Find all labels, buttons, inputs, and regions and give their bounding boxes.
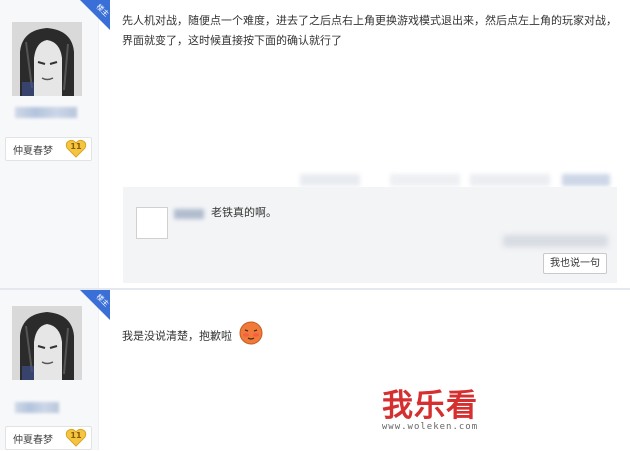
- op-badge-icon: 楼主: [80, 290, 110, 320]
- level-number: 11: [70, 431, 82, 440]
- reply-box: 老铁真的啊。 我也说一句: [123, 187, 617, 283]
- op-badge-icon: 楼主: [80, 0, 110, 30]
- post-1: 仲夏春梦 11 楼主 先人机对战，随便点一个难度，进去了之后点右上角更换游戏模式…: [0, 0, 630, 288]
- reply-text: 老铁真的啊。: [211, 206, 277, 219]
- level-number: 11: [70, 142, 82, 151]
- watermark-logo: 我乐看: [382, 388, 478, 424]
- reply-avatar[interactable]: [136, 207, 168, 239]
- post-meta-redacted: [390, 174, 460, 186]
- post-2: 仲夏春梦 11 楼主 我是没说清楚，抱歉啦: [0, 290, 630, 450]
- avatar[interactable]: [12, 306, 82, 380]
- post-meta-redacted: [470, 174, 550, 186]
- embarrassed-face-icon: [239, 321, 263, 352]
- level-badge-icon: 11: [65, 139, 87, 158]
- post-content: 先人机对战，随便点一个难度，进去了之后点右上角更换游戏模式退出来，然后点左上角的…: [122, 14, 617, 47]
- watermark: 我乐看 www.woleken.com: [350, 380, 510, 432]
- watermark-url: www.woleken.com: [381, 422, 479, 432]
- post-meta-redacted: [562, 174, 610, 186]
- post-meta-redacted: [300, 174, 360, 186]
- avatar[interactable]: [12, 22, 82, 96]
- reply-meta-redacted: [503, 235, 608, 247]
- level-box[interactable]: 仲夏春梦 11: [5, 137, 92, 161]
- level-box[interactable]: 仲夏春梦 11: [5, 426, 92, 450]
- username-redacted[interactable]: [15, 107, 77, 118]
- reply-button[interactable]: 我也说一句: [543, 253, 607, 274]
- level-badge-icon: 11: [65, 428, 87, 447]
- username-redacted[interactable]: [15, 402, 59, 413]
- post-content-text: 我是没说清楚，抱歉啦: [122, 329, 232, 343]
- author-sidebar: 仲夏春梦 11: [0, 0, 99, 288]
- post-content: 我是没说清楚，抱歉啦: [122, 321, 617, 352]
- reply-username-redacted[interactable]: [174, 209, 204, 219]
- level-name: 仲夏春梦: [13, 435, 53, 446]
- level-name: 仲夏春梦: [13, 146, 53, 157]
